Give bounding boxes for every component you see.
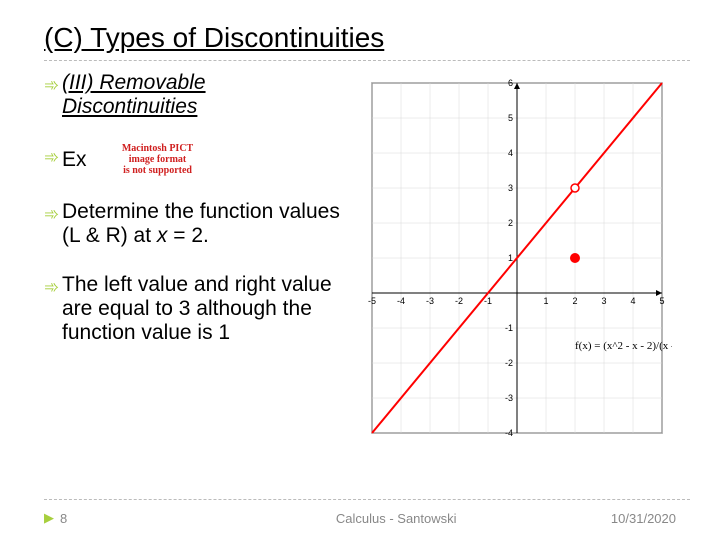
title-divider: [44, 60, 690, 61]
bullet-3: ➾ Determine the function values (L & R) …: [44, 200, 344, 248]
pict-line-3: is not supported: [123, 165, 192, 176]
discontinuity-chart: -5-4-3-2-112345-4-3-2-1123456f(x) = (x^2…: [352, 73, 672, 453]
svg-text:5: 5: [508, 113, 513, 123]
svg-text:2: 2: [508, 218, 513, 228]
pict-line-2: image format: [129, 154, 186, 165]
bullet-3-b: = 2.: [167, 224, 208, 247]
slide-footer: ▶ 8 Calculus - Santowski 10/31/2020: [0, 510, 720, 526]
svg-text:-2: -2: [505, 358, 513, 368]
bullet-1: ➾ (III) Removable Discontinuities: [44, 71, 344, 119]
svg-text:4: 4: [508, 148, 513, 158]
svg-text:4: 4: [630, 296, 635, 306]
bullet-arrow-icon: ➾: [44, 143, 62, 169]
svg-text:f(x) = (x^2 - x - 2)/(x - 2): f(x) = (x^2 - x - 2)/(x - 2): [575, 340, 672, 352]
svg-text:-2: -2: [455, 296, 463, 306]
bullet-3-text: Determine the function values (L & R) at…: [62, 200, 344, 248]
bullet-2-prefix: Ex: [62, 148, 87, 172]
page-arrow-icon: ▶: [44, 510, 54, 526]
bullet-1-text: (III) Removable Discontinuities: [62, 71, 344, 119]
content-columns: ➾ (III) Removable Discontinuities ➾ Ex M…: [44, 71, 690, 453]
chart-svg: -5-4-3-2-112345-4-3-2-1123456f(x) = (x^2…: [352, 73, 672, 453]
bullet-4: ➾ The left value and right value are equ…: [44, 273, 344, 345]
svg-text:-1: -1: [505, 323, 513, 333]
pict-line-1: Macintosh PICT: [122, 143, 193, 154]
bullet-arrow-icon: ➾: [44, 273, 62, 299]
svg-text:3: 3: [508, 183, 513, 193]
svg-text:2: 2: [572, 296, 577, 306]
svg-text:5: 5: [659, 296, 664, 306]
svg-text:-3: -3: [505, 393, 513, 403]
bullet-4-text: The left value and right value are equal…: [62, 273, 344, 345]
page-number: 8: [60, 511, 67, 526]
svg-text:6: 6: [508, 78, 513, 88]
svg-text:1: 1: [508, 253, 513, 263]
bullet-2-content: Ex Macintosh PICT image format is not su…: [62, 143, 344, 176]
missing-pict-placeholder: Macintosh PICT image format is not suppo…: [93, 143, 223, 176]
svg-text:-3: -3: [426, 296, 434, 306]
bullet-3-x: x: [157, 224, 168, 247]
right-column: -5-4-3-2-112345-4-3-2-1123456f(x) = (x^2…: [352, 71, 690, 453]
svg-text:-4: -4: [505, 428, 513, 438]
svg-text:-5: -5: [368, 296, 376, 306]
bullet-2: ➾ Ex Macintosh PICT image format is not …: [44, 143, 344, 176]
slide-title: (C) Types of Discontinuities: [44, 22, 690, 54]
footer-divider: [44, 499, 690, 500]
svg-text:3: 3: [601, 296, 606, 306]
bullet-arrow-icon: ➾: [44, 71, 62, 97]
bullet-arrow-icon: ➾: [44, 200, 62, 226]
footer-date: 10/31/2020: [611, 511, 676, 526]
svg-text:-4: -4: [397, 296, 405, 306]
left-column: ➾ (III) Removable Discontinuities ➾ Ex M…: [44, 71, 344, 453]
footer-center-text: Calculus - Santowski: [336, 511, 457, 526]
svg-text:1: 1: [543, 296, 548, 306]
